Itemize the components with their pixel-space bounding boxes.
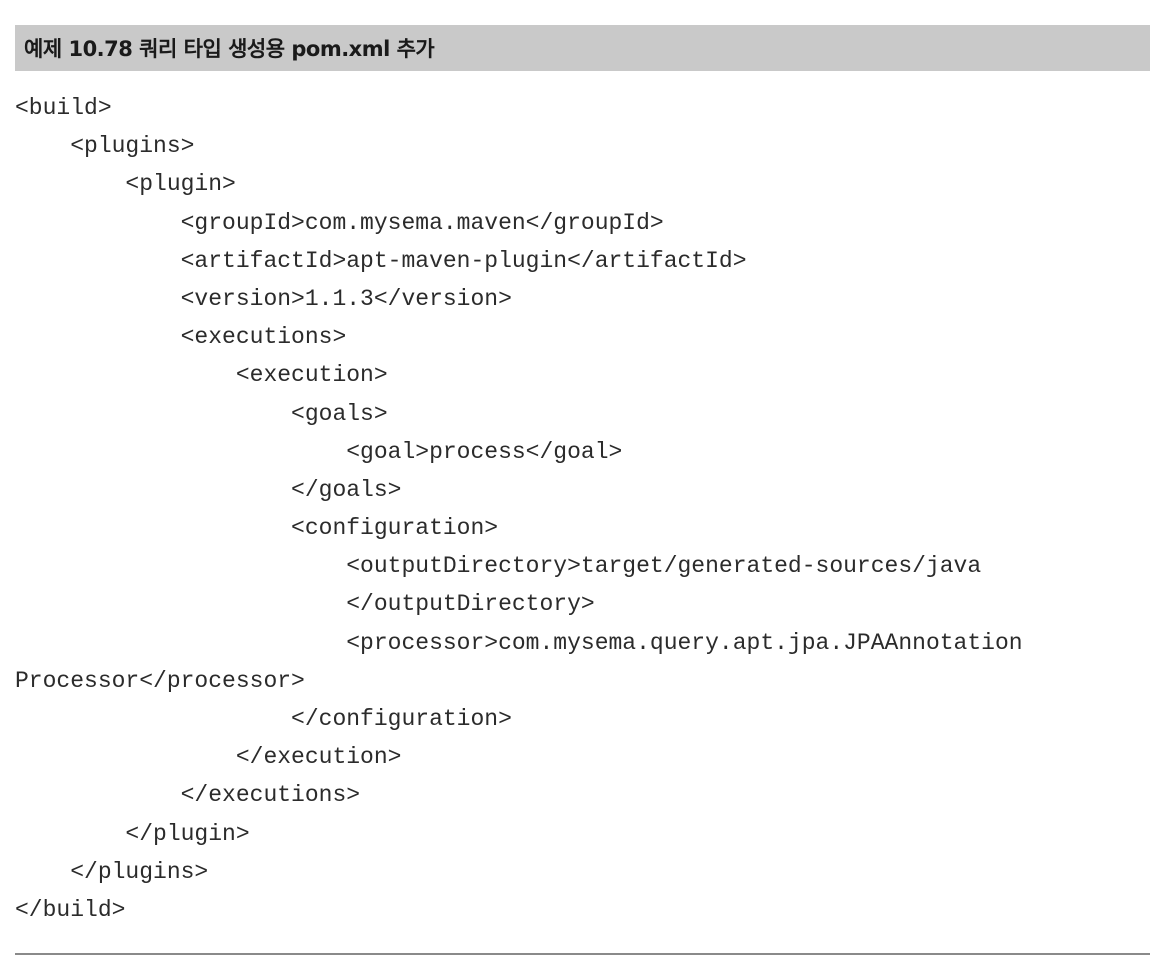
code-line: <groupId>com.mysema.maven</groupId>	[15, 209, 664, 236]
code-listing: <build> <plugins> <plugin> <groupId>com.…	[15, 89, 1023, 929]
code-line: <outputDirectory>target/generated-source…	[15, 553, 982, 580]
code-line: <configuration>	[15, 515, 499, 542]
code-line: <plugins>	[15, 133, 195, 160]
code-line: </plugins>	[15, 858, 209, 885]
code-line: <build>	[15, 95, 112, 121]
code-line: <goals>	[15, 400, 388, 427]
code-line: <processor>com.mysema.query.apt.jpa.JPAA…	[15, 629, 1023, 656]
example-caption-bar: 예제 10.78 쿼리 타입 생성용 pom.xml 추가	[15, 25, 1150, 71]
example-caption: 예제 10.78 쿼리 타입 생성용 pom.xml 추가	[24, 37, 435, 61]
code-line: <goal>process</goal>	[15, 438, 623, 465]
code-line: <execution>	[15, 362, 388, 389]
code-line: <version>1.1.3</version>	[15, 285, 512, 312]
code-line: <plugin>	[15, 171, 236, 198]
bottom-divider	[15, 953, 1150, 955]
code-line: </executions>	[15, 782, 361, 809]
code-line: </build>	[15, 896, 126, 923]
code-line: Processor</processor>	[15, 667, 305, 694]
code-line: </execution>	[15, 744, 402, 771]
code-line: </outputDirectory>	[15, 591, 595, 618]
code-line: <artifactId>apt-maven-plugin</artifactId…	[15, 247, 747, 274]
code-line: <executions>	[15, 324, 347, 351]
code-line: </plugin>	[15, 820, 250, 847]
code-line: </goals>	[15, 476, 402, 503]
code-line: </configuration>	[15, 706, 512, 732]
